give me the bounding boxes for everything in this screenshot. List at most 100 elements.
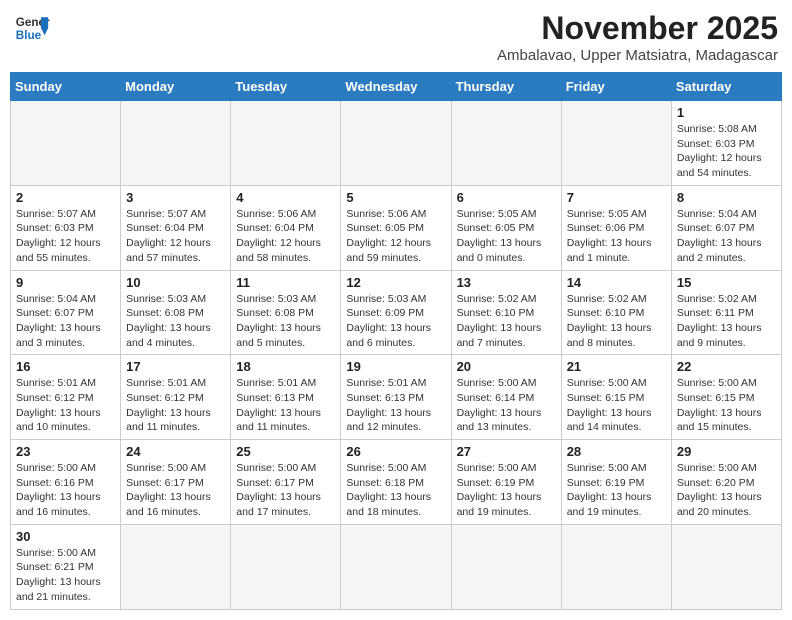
calendar-cell: 25 Sunrise: 5:00 AM Sunset: 6:17 PM Dayli… — [231, 440, 341, 525]
calendar-cell: 17Sunrise: 5:01 AM Sunset: 6:12 PM Dayli… — [121, 355, 231, 440]
day-info: Sunrise: 5:00 AM Sunset: 6:17 PM Dayligh… — [126, 461, 225, 520]
calendar-cell: 11Sunrise: 5:03 AM Sunset: 6:08 PM Dayli… — [231, 270, 341, 355]
day-number: 4 — [236, 190, 335, 205]
day-info: Sunrise: 5:05 AM Sunset: 6:05 PM Dayligh… — [457, 207, 556, 266]
calendar-cell: 20Sunrise: 5:00 AM Sunset: 6:14 PM Dayli… — [451, 355, 561, 440]
calendar-cell — [11, 101, 121, 186]
day-number: 28 — [567, 444, 666, 459]
calendar-cell — [451, 524, 561, 609]
day-number: 18 — [236, 359, 335, 374]
day-number: 26 — [346, 444, 445, 459]
day-header-wednesday: Wednesday — [341, 73, 451, 101]
day-info: Sunrise: 5:01 AM Sunset: 6:12 PM Dayligh… — [126, 376, 225, 435]
logo: General Blue — [14, 10, 50, 46]
day-info: Sunrise: 5:03 AM Sunset: 6:09 PM Dayligh… — [346, 292, 445, 351]
day-info: Sunrise: 5:01 AM Sunset: 6:13 PM Dayligh… — [346, 376, 445, 435]
day-number: 10 — [126, 275, 225, 290]
calendar-cell: 18 Sunrise: 5:01 AM Sunset: 6:13 PM Dayli… — [231, 355, 341, 440]
calendar-week-row: 9 Sunrise: 5:04 AM Sunset: 6:07 PM Daylig… — [11, 270, 782, 355]
day-number: 24 — [126, 444, 225, 459]
day-number: 12 — [346, 275, 445, 290]
calendar-cell — [121, 101, 231, 186]
calendar-cell: 8Sunrise: 5:04 AM Sunset: 6:07 PM Daylig… — [671, 185, 781, 270]
calendar-week-row: 2Sunrise: 5:07 AM Sunset: 6:03 PM Daylig… — [11, 185, 782, 270]
day-info: Sunrise: 5:02 AM Sunset: 6:10 PM Dayligh… — [567, 292, 666, 351]
day-info: Sunrise: 5:00 AM Sunset: 6:19 PM Dayligh… — [457, 461, 556, 520]
day-header-thursday: Thursday — [451, 73, 561, 101]
day-info: Sunrise: 5:01 AM Sunset: 6:13 PM Dayligh… — [236, 376, 335, 435]
calendar-cell — [671, 524, 781, 609]
day-header-saturday: Saturday — [671, 73, 781, 101]
calendar-cell: 24 Sunrise: 5:00 AM Sunset: 6:17 PM Dayli… — [121, 440, 231, 525]
calendar-cell: 1Sunrise: 5:08 AM Sunset: 6:03 PM Daylig… — [671, 101, 781, 186]
title-block: November 2025 Ambalavao, Upper Matsiatra… — [497, 10, 778, 64]
day-number: 22 — [677, 359, 776, 374]
calendar-week-row: 30 Sunrise: 5:00 AM Sunset: 6:21 PM Dayli… — [11, 524, 782, 609]
day-info: Sunrise: 5:07 AM Sunset: 6:04 PM Dayligh… — [126, 207, 225, 266]
calendar-cell: 13 Sunrise: 5:02 AM Sunset: 6:10 PM Dayli… — [451, 270, 561, 355]
day-info: Sunrise: 5:02 AM Sunset: 6:10 PM Dayligh… — [457, 292, 556, 351]
day-number: 5 — [346, 190, 445, 205]
day-info: Sunrise: 5:04 AM Sunset: 6:07 PM Dayligh… — [16, 292, 115, 351]
day-number: 14 — [567, 275, 666, 290]
calendar-week-row: 16 Sunrise: 5:01 AM Sunset: 6:12 PM Dayli… — [11, 355, 782, 440]
calendar-cell: 22 Sunrise: 5:00 AM Sunset: 6:15 PM Dayli… — [671, 355, 781, 440]
calendar-cell: 5Sunrise: 5:06 AM Sunset: 6:05 PM Daylig… — [341, 185, 451, 270]
calendar-cell: 27Sunrise: 5:00 AM Sunset: 6:19 PM Dayli… — [451, 440, 561, 525]
day-number: 11 — [236, 275, 335, 290]
calendar-cell: 7Sunrise: 5:05 AM Sunset: 6:06 PM Daylig… — [561, 185, 671, 270]
day-number: 30 — [16, 529, 115, 544]
day-info: Sunrise: 5:00 AM Sunset: 6:15 PM Dayligh… — [567, 376, 666, 435]
day-number: 16 — [16, 359, 115, 374]
day-number: 9 — [16, 275, 115, 290]
calendar-cell: 15 Sunrise: 5:02 AM Sunset: 6:11 PM Dayli… — [671, 270, 781, 355]
day-info: Sunrise: 5:00 AM Sunset: 6:15 PM Dayligh… — [677, 376, 776, 435]
day-info: Sunrise: 5:01 AM Sunset: 6:12 PM Dayligh… — [16, 376, 115, 435]
day-header-tuesday: Tuesday — [231, 73, 341, 101]
calendar-cell: 6 Sunrise: 5:05 AM Sunset: 6:05 PM Daylig… — [451, 185, 561, 270]
calendar-cell — [121, 524, 231, 609]
calendar-cell: 28 Sunrise: 5:00 AM Sunset: 6:19 PM Dayli… — [561, 440, 671, 525]
day-header-sunday: Sunday — [11, 73, 121, 101]
day-number: 8 — [677, 190, 776, 205]
calendar-cell: 23Sunrise: 5:00 AM Sunset: 6:16 PM Dayli… — [11, 440, 121, 525]
day-number: 13 — [457, 275, 556, 290]
day-header-friday: Friday — [561, 73, 671, 101]
svg-text:Blue: Blue — [16, 29, 42, 42]
day-info: Sunrise: 5:00 AM Sunset: 6:19 PM Dayligh… — [567, 461, 666, 520]
month-title: November 2025 — [497, 10, 778, 47]
day-number: 25 — [236, 444, 335, 459]
day-number: 15 — [677, 275, 776, 290]
calendar-cell — [451, 101, 561, 186]
day-info: Sunrise: 5:00 AM Sunset: 6:21 PM Dayligh… — [16, 546, 115, 605]
day-info: Sunrise: 5:06 AM Sunset: 6:04 PM Dayligh… — [236, 207, 335, 266]
day-info: Sunrise: 5:02 AM Sunset: 6:11 PM Dayligh… — [677, 292, 776, 351]
calendar-cell: 9 Sunrise: 5:04 AM Sunset: 6:07 PM Daylig… — [11, 270, 121, 355]
calendar-cell: 19 Sunrise: 5:01 AM Sunset: 6:13 PM Dayli… — [341, 355, 451, 440]
calendar-cell — [561, 524, 671, 609]
day-header-monday: Monday — [121, 73, 231, 101]
day-info: Sunrise: 5:03 AM Sunset: 6:08 PM Dayligh… — [126, 292, 225, 351]
calendar-cell: 10 Sunrise: 5:03 AM Sunset: 6:08 PM Dayli… — [121, 270, 231, 355]
day-number: 6 — [457, 190, 556, 205]
day-info: Sunrise: 5:00 AM Sunset: 6:14 PM Dayligh… — [457, 376, 556, 435]
page-header: General Blue November 2025 Ambalavao, Up… — [10, 10, 782, 64]
calendar-cell: 4 Sunrise: 5:06 AM Sunset: 6:04 PM Daylig… — [231, 185, 341, 270]
day-info: Sunrise: 5:00 AM Sunset: 6:20 PM Dayligh… — [677, 461, 776, 520]
calendar-cell: 12 Sunrise: 5:03 AM Sunset: 6:09 PM Dayli… — [341, 270, 451, 355]
day-number: 29 — [677, 444, 776, 459]
calendar-cell: 3 Sunrise: 5:07 AM Sunset: 6:04 PM Daylig… — [121, 185, 231, 270]
day-number: 2 — [16, 190, 115, 205]
calendar-week-row: 1Sunrise: 5:08 AM Sunset: 6:03 PM Daylig… — [11, 101, 782, 186]
calendar-cell: 26 Sunrise: 5:00 AM Sunset: 6:18 PM Dayli… — [341, 440, 451, 525]
logo-icon: General Blue — [14, 10, 50, 46]
calendar-cell — [231, 524, 341, 609]
calendar-cell — [231, 101, 341, 186]
day-info: Sunrise: 5:00 AM Sunset: 6:17 PM Dayligh… — [236, 461, 335, 520]
calendar-table: SundayMondayTuesdayWednesdayThursdayFrid… — [10, 72, 782, 610]
day-info: Sunrise: 5:00 AM Sunset: 6:18 PM Dayligh… — [346, 461, 445, 520]
day-number: 3 — [126, 190, 225, 205]
day-number: 21 — [567, 359, 666, 374]
day-info: Sunrise: 5:00 AM Sunset: 6:16 PM Dayligh… — [16, 461, 115, 520]
day-number: 19 — [346, 359, 445, 374]
